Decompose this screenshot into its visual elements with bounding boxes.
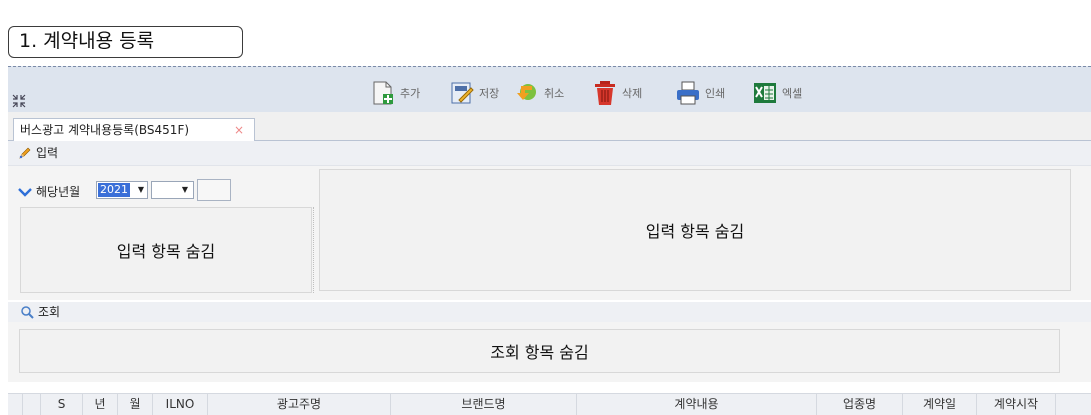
day-input[interactable]: [197, 179, 231, 201]
input-section-label: 입력: [36, 145, 59, 160]
year-month-label[interactable]: 해당년월: [18, 183, 80, 200]
grid-row-selector-header[interactable]: [22, 393, 40, 415]
cancel-button[interactable]: 취소: [514, 79, 564, 107]
column-header-brand[interactable]: 브랜드명: [390, 393, 576, 415]
hidden-panel-text: 입력 항목 숨김: [645, 222, 745, 241]
panel-splitter[interactable]: [313, 207, 316, 293]
tab-label: 버스광고 계약내용등록(BS451F): [20, 123, 190, 137]
query-hidden-panel: 조회 항목 숨김: [19, 329, 1060, 373]
dropdown-arrow-icon: ▼: [181, 185, 188, 194]
save-label: 저장: [479, 87, 500, 100]
input-hidden-panel-left: 입력 항목 숨김: [20, 207, 312, 293]
magnifier-icon: [21, 306, 34, 319]
hidden-panel-text: 입력 항목 숨김: [116, 242, 216, 261]
column-header-industry[interactable]: 업종명: [816, 393, 902, 415]
excel-button[interactable]: 엑셀: [752, 79, 802, 107]
column-header-contract-content[interactable]: 계약내용: [576, 393, 816, 415]
column-header-month[interactable]: 월: [117, 393, 152, 415]
collapse-icon[interactable]: [12, 94, 26, 108]
delete-label: 삭제: [622, 87, 643, 100]
column-header-year[interactable]: 년: [82, 393, 117, 415]
query-section-header[interactable]: 조회: [8, 302, 1091, 322]
delete-button[interactable]: 삭제: [592, 79, 642, 107]
year-value: 2021: [98, 183, 130, 197]
excel-label: 엑셀: [782, 87, 803, 100]
save-button[interactable]: 저장: [449, 79, 499, 107]
column-header-contract-start[interactable]: 계약시작: [976, 393, 1056, 415]
cancel-label: 취소: [544, 87, 565, 100]
section-title: 1. 계약내용 등록: [8, 26, 243, 58]
chevron-down-icon: [18, 187, 32, 197]
tab-bus-ad-contract[interactable]: 버스광고 계약내용등록(BS451F) ×: [13, 118, 255, 141]
add-document-icon: [373, 81, 393, 105]
column-header-ilno[interactable]: ILNO: [152, 393, 207, 415]
query-section-label: 조회: [38, 305, 61, 319]
year-select[interactable]: 2021 ▼: [96, 181, 148, 199]
save-icon: [451, 82, 474, 104]
column-header-s[interactable]: S: [40, 393, 82, 415]
trash-icon: [595, 81, 615, 105]
printer-icon: [677, 81, 699, 105]
input-section-header[interactable]: 입력: [8, 141, 1091, 166]
input-hidden-panel-right: 입력 항목 숨김: [319, 169, 1071, 291]
column-header-advertiser[interactable]: 광고주명: [207, 393, 390, 415]
add-button[interactable]: 추가: [370, 79, 420, 107]
pencil-icon: [19, 147, 31, 159]
excel-icon: [754, 83, 776, 103]
print-button[interactable]: 인쇄: [675, 79, 725, 107]
undo-arrow-icon: [517, 84, 536, 100]
tab-close-icon[interactable]: ×: [234, 119, 244, 141]
dropdown-arrow-icon: ▼: [137, 185, 144, 194]
year-month-text: 해당년월: [36, 185, 81, 199]
print-label: 인쇄: [705, 87, 726, 100]
month-select[interactable]: ▼: [151, 181, 194, 199]
column-header-contract-date[interactable]: 계약일: [902, 393, 976, 415]
hidden-panel-text: 조회 항목 숨김: [490, 343, 589, 362]
add-label: 추가: [400, 87, 421, 100]
